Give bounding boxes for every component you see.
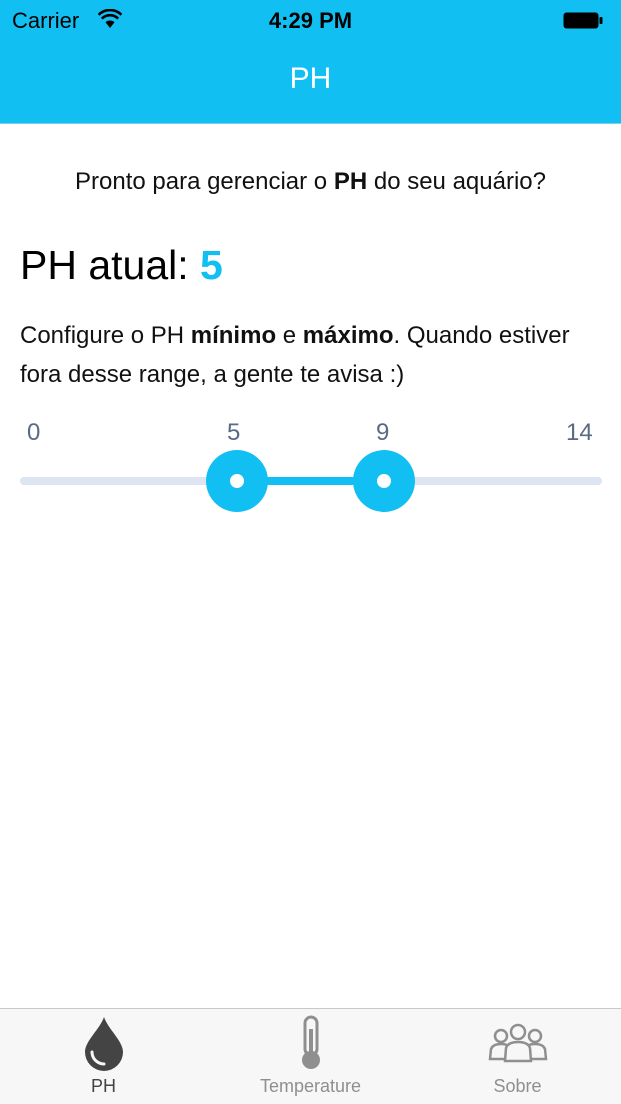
config-description: Configure o PH mínimo e máximo. Quando e… [20,316,600,394]
intro-text: Pronto para gerenciar o PH do seu aquári… [0,168,621,196]
tab-temperature[interactable]: Temperature [207,1009,414,1104]
slider-range-min-label: 0 [27,419,41,446]
tab-sobre-label: Sobre [493,1076,542,1096]
slider-selected-min-label: 5 [227,419,241,446]
tab-ph[interactable]: PH [0,1009,207,1104]
config-max-bold: máximo [302,322,394,349]
config-min-bold: mínimo [190,322,277,349]
ph-range-slider[interactable]: 0 5 9 14 [0,415,621,525]
config-text-1: Configure o PH [20,322,191,349]
current-ph-label: PH atual: [20,242,201,288]
battery-icon [563,12,603,29]
intro-text-start: Pronto para gerenciar o [75,168,334,195]
current-ph-value: 5 [200,242,223,288]
current-ph-heading: PH atual: 5 [20,242,223,289]
status-time: 4:29 PM [268,8,353,33]
slider-min-handle[interactable] [206,450,268,512]
tab-bar: PH Temperature Sobre [0,1008,621,1104]
water-drop-icon [0,1015,207,1073]
status-bar: Carrier 4:29 PM [0,0,621,40]
slider-selected-max-label: 9 [376,419,390,446]
intro-text-end: do seu aquário? [367,168,546,195]
tab-sobre[interactable]: Sobre [414,1009,621,1104]
thermometer-icon [207,1015,414,1073]
tab-temperature-label: Temperature [259,1076,362,1096]
people-icon [414,1015,621,1073]
config-text-2: e [276,322,303,349]
page-title: PH [289,62,332,95]
navigation-bar: PH [0,40,621,124]
intro-text-bold: PH [333,168,368,195]
slider-max-handle[interactable] [353,450,415,512]
tab-ph-label: PH [90,1076,116,1096]
slider-range-max-label: 14 [566,419,593,446]
